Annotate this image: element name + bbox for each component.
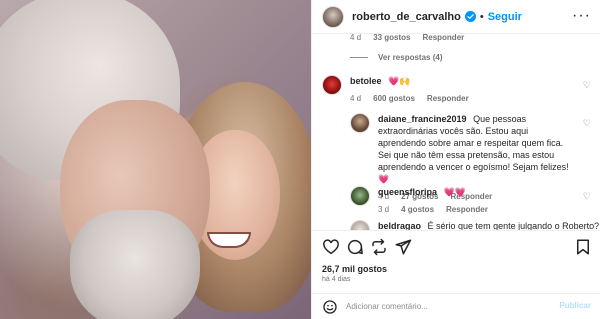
comment-text: 💗💗 xyxy=(443,187,466,197)
comment-meta: 3 d 4 gostos Responder xyxy=(378,204,500,216)
follow-button[interactable]: Seguir xyxy=(488,11,522,23)
view-replies-label[interactable]: Ver respostas (4) xyxy=(378,53,442,62)
comment-item: betolee 💗🙌 4 d 600 gostos Responder xyxy=(322,75,481,105)
comment-reply[interactable]: Responder xyxy=(446,204,488,216)
add-comment-bar: Publicar xyxy=(312,293,600,319)
author-username[interactable]: roberto_de_carvalho xyxy=(352,11,461,23)
commenter-avatar[interactable] xyxy=(350,113,370,133)
comment-reply[interactable]: Responder xyxy=(427,93,469,105)
prev-comment-reply[interactable]: Responder xyxy=(422,34,464,42)
post-header: roberto_de_carvalho • Seguir ··· xyxy=(312,0,600,34)
comment-age: 3 d xyxy=(378,205,390,214)
prev-comment-age: 4 d xyxy=(350,34,362,42)
author-avatar[interactable] xyxy=(322,5,344,28)
like-heart-icon[interactable] xyxy=(322,238,340,256)
header-separator: • xyxy=(479,10,484,23)
commenter-username[interactable]: betolee xyxy=(350,76,382,86)
comment-bubble-icon[interactable] xyxy=(346,238,364,256)
post-actions: 26,7 mil gostos há 4 dias Publicar xyxy=(312,230,600,318)
commenter-avatar[interactable] xyxy=(322,75,342,95)
post-timestamp: há 4 dias xyxy=(322,276,351,283)
comment-text: É sério que tem gente julgando o Roberto… xyxy=(427,221,600,230)
comment-meta: 4 d 600 gostos Responder xyxy=(350,93,481,105)
commenter-username[interactable]: queensfloripa xyxy=(378,187,437,197)
commenter-avatar[interactable] xyxy=(350,186,370,206)
view-replies-button[interactable]: Ver respostas (4) xyxy=(350,53,442,62)
comment-input[interactable] xyxy=(346,302,546,311)
share-send-icon[interactable] xyxy=(394,238,412,256)
repost-icon[interactable] xyxy=(370,238,388,256)
prev-comment-likes[interactable]: 33 gostos xyxy=(373,34,410,42)
save-bookmark-icon[interactable] xyxy=(574,238,592,256)
comment-item: queensfloripa 💗💗 3 d 4 gostos Responder xyxy=(350,186,500,216)
action-icons-row xyxy=(322,238,592,256)
post-photo xyxy=(0,0,311,319)
comments-list: 4 d 33 gostos Responder Ver respostas (4… xyxy=(312,34,600,230)
comment-body: beldragao É sério que tem gente julgando… xyxy=(378,220,599,230)
post-side-panel: roberto_de_carvalho • Seguir ··· 4 d 33 … xyxy=(311,0,600,319)
publish-button[interactable]: Publicar xyxy=(559,301,591,310)
comment-item: beldragao É sério que tem gente julgando… xyxy=(350,220,599,230)
commenter-avatar[interactable] xyxy=(350,220,370,230)
like-comment-heart-icon[interactable]: ♡ xyxy=(583,118,591,129)
commenter-username[interactable]: beldragao xyxy=(378,221,421,230)
comment-text: 💗🙌 xyxy=(388,76,411,86)
emoji-icon[interactable] xyxy=(322,299,338,315)
like-comment-heart-icon[interactable]: ♡ xyxy=(583,80,591,91)
view-replies-line xyxy=(350,57,368,58)
comment-age: 4 d xyxy=(350,94,362,103)
likes-count[interactable]: 26,7 mil gostos xyxy=(322,264,387,274)
verified-badge-icon xyxy=(464,11,476,22)
commenter-username[interactable]: daiane_francine2019 xyxy=(378,114,467,124)
like-comment-heart-icon[interactable]: ♡ xyxy=(583,191,591,202)
comment-text: Que pessoas extraordinárias vocês são. E… xyxy=(378,114,569,184)
comment-body: queensfloripa 💗💗 3 d 4 gostos Responder xyxy=(378,186,500,216)
comment-body: betolee 💗🙌 4 d 600 gostos Responder xyxy=(350,75,481,105)
prev-comment-meta: 4 d 33 gostos Responder xyxy=(350,34,476,42)
comment-likes[interactable]: 600 gostos xyxy=(373,93,415,105)
comment-likes[interactable]: 4 gostos xyxy=(401,204,434,216)
more-options-icon[interactable]: ··· xyxy=(572,8,591,24)
photo-man-beard xyxy=(70,210,200,319)
